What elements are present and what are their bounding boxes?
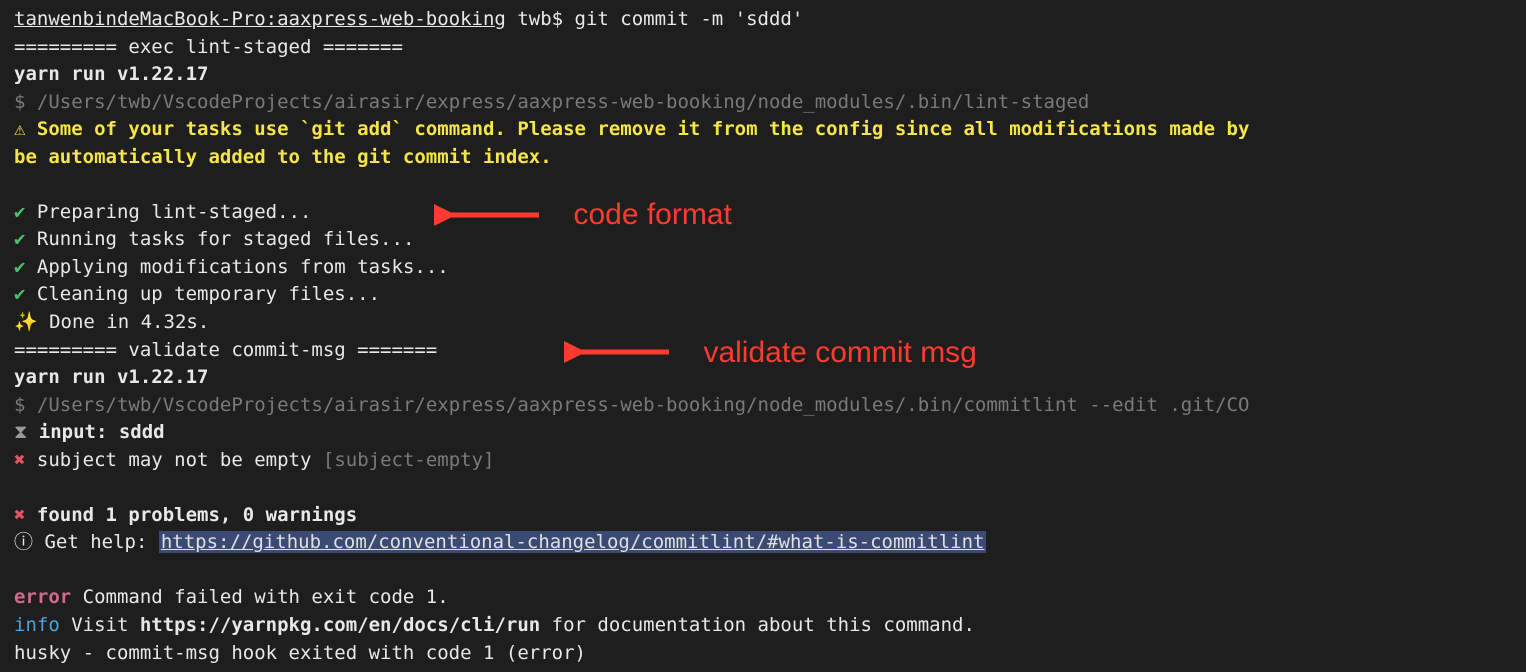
dollar-sign: $ [14,91,37,113]
commitlint-error-line: ✖ subject may not be empty [subject-empt… [14,447,1512,475]
annotation-text-1: code format [573,193,731,237]
git-add-warning-line-1: ⚠ Some of your tasks use `git add` comma… [14,116,1512,144]
prompt-command: git commit -m 'sddd' [575,8,804,30]
prompt-line: tanwenbindeMacBook-Pro:aaxpress-web-book… [14,6,1512,34]
input-icon: ⧗ [14,421,27,443]
error-rule: [subject-empty] [323,449,495,471]
yarn-run-line-1: yarn run v1.22.17 [14,61,1512,89]
prompt-host: tanwenbindeMacBook-Pro:aaxpress-web-book… [14,8,506,30]
input-label: input: [27,421,119,443]
lint-staged-path-line: $ /Users/twb/VscodeProjects/airasir/expr… [14,89,1512,117]
task-line-applying: ✔ Applying modifications from tasks... [14,254,1512,282]
sparkle-icon: ✨ [14,311,38,333]
git-add-warning-line-2: be automatically added to the git commit… [14,144,1512,172]
task-line-preparing: ✔ Preparing lint-staged... code format [14,199,1512,227]
commitlint-path-line: $ /Users/twb/VscodeProjects/airasir/expr… [14,392,1512,420]
summary-text: found 1 problems, 0 warnings [25,504,357,526]
check-icon: ✔ [14,228,25,250]
annotation-text-2: validate commit msg [703,331,976,375]
warning-icon: ⚠ [14,118,25,140]
commitlint-help-line: ⓘ Get help: https://github.com/conventio… [14,529,1512,557]
validate-header-text: ========= validate commit-msg ======= [14,339,437,361]
error-tail-msg: Command failed with exit code 1. [71,586,449,608]
arrow-icon [564,332,674,372]
arrow-icon [434,195,544,235]
lint-section-header: ========= exec lint-staged ======= [14,34,1512,62]
prompt-user: twb$ [506,8,575,30]
task-line-cleaning: ✔ Cleaning up temporary files... [14,281,1512,309]
info-icon: ⓘ [14,531,33,553]
info-msg-2: for documentation about this command. [540,614,975,636]
error-icon: ✖ [14,449,25,471]
commitlint-input-line: ⧗ input: sddd [14,419,1512,447]
commitlint-path: /Users/twb/VscodeProjects/airasir/expres… [37,394,1250,416]
blank-line [14,474,1512,502]
help-label: Get help: [33,531,159,553]
input-value: sddd [119,421,165,443]
yarn-error-line: error Command failed with exit code 1. [14,584,1512,612]
info-msg-1: Visit [60,614,140,636]
info-url: https://yarnpkg.com/en/docs/cli/run [140,614,540,636]
validate-section-header: ========= validate commit-msg ======= va… [14,337,1512,365]
yarn-info-line: info Visit https://yarnpkg.com/en/docs/c… [14,612,1512,640]
error-icon: ✖ [14,504,25,526]
blank-line [14,557,1512,585]
check-icon: ✔ [14,283,25,305]
task-line-running: ✔ Running tasks for staged files... [14,226,1512,254]
check-icon: ✔ [14,201,25,223]
blank-line [14,171,1512,199]
lint-path: /Users/twb/VscodeProjects/airasir/expres… [37,91,1089,113]
dollar-sign: $ [14,394,37,416]
done-text: Done in 4.32s. [38,311,210,333]
task-text-1: Preparing lint-staged... [25,201,311,223]
error-msg: subject may not be empty [25,449,322,471]
check-icon: ✔ [14,256,25,278]
task-text-4: Cleaning up temporary files... [25,283,380,305]
info-word: info [14,614,60,636]
annotation-validate-msg: validate commit msg [564,331,977,375]
task-text-2: Running tasks for staged files... [25,228,414,250]
help-link[interactable]: https://github.com/conventional-changelo… [159,531,987,553]
husky-line: husky - commit-msg hook exited with code… [14,640,1512,668]
task-text-3: Applying modifications from tasks... [25,256,448,278]
annotation-code-format: code format [434,193,732,237]
error-word: error [14,586,71,608]
commitlint-summary-line: ✖ found 1 problems, 0 warnings [14,502,1512,530]
warning-text-1: Some of your tasks use `git add` command… [25,118,1249,140]
